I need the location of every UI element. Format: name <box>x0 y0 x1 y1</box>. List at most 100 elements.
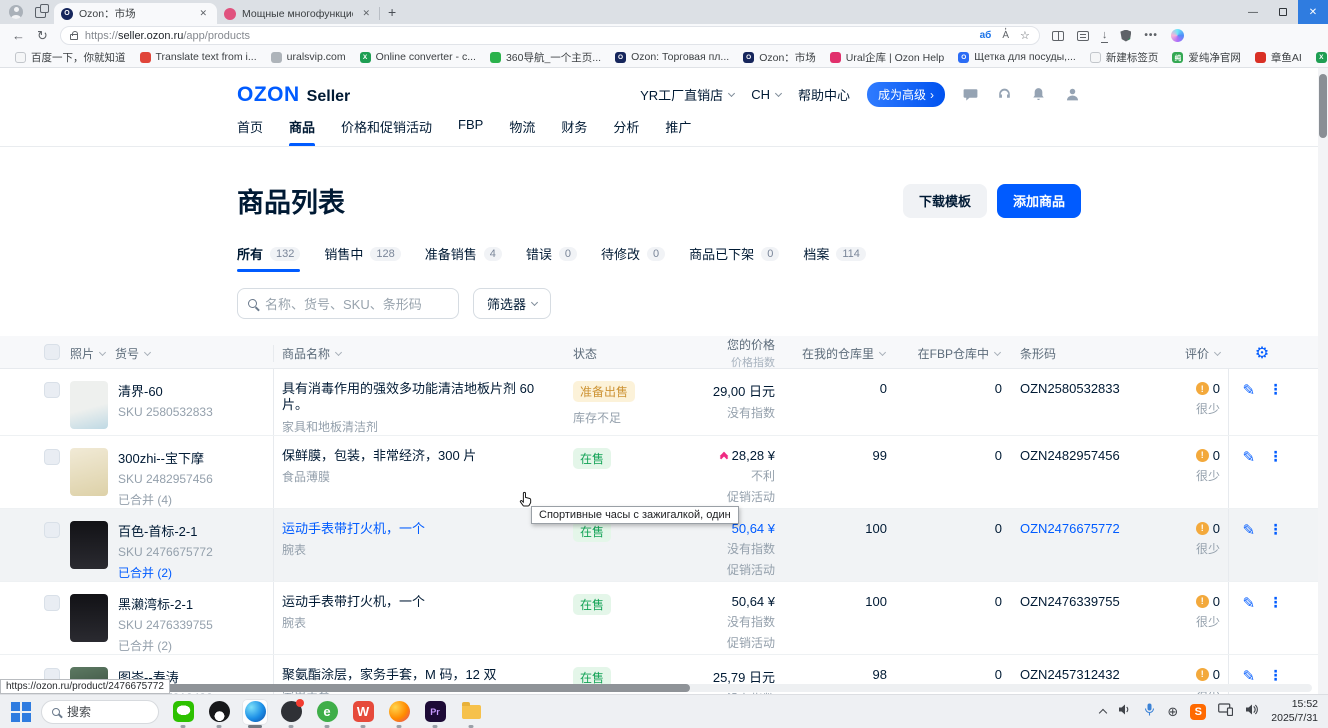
product-name[interactable]: 运动手表带打火机，一个 <box>282 594 554 610</box>
edit-icon[interactable]: ✎ <box>1242 521 1255 539</box>
edit-icon[interactable]: ✎ <box>1242 381 1255 399</box>
filter-tab-档案[interactable]: 档案114 <box>803 244 866 272</box>
bookmark-item[interactable]: 章鱼AI <box>1248 48 1309 67</box>
bookmark-item[interactable]: 360导航_一个主页... <box>483 48 608 67</box>
bookmark-item[interactable]: OOzon: Торговая пл... <box>608 49 736 65</box>
filter-tab-所有[interactable]: 所有132 <box>237 244 300 272</box>
volume-icon[interactable] <box>1118 703 1132 721</box>
row-menu-icon[interactable]: ⋮ <box>1269 667 1283 684</box>
nav-item-FBP[interactable]: FBP <box>458 117 483 146</box>
clock[interactable]: 15:52 2025/7/31 <box>1271 698 1318 725</box>
product-image[interactable] <box>70 521 108 569</box>
row-checkbox[interactable] <box>44 522 60 538</box>
product-image[interactable] <box>70 448 108 496</box>
help-center-link[interactable]: 帮助中心 <box>798 85 850 104</box>
store-selector[interactable]: YR工厂直销店 <box>640 85 734 104</box>
nav-item-财务[interactable]: 财务 <box>561 117 587 146</box>
edit-icon[interactable]: ✎ <box>1242 667 1255 685</box>
col-fbp[interactable]: 在FBP仓库中 <box>893 345 1000 362</box>
merged-count[interactable]: 已合并 (4) <box>118 491 213 508</box>
edit-icon[interactable]: ✎ <box>1242 448 1255 466</box>
col-stock[interactable]: 在我的仓库里 <box>783 345 885 362</box>
filter-tab-待修改[interactable]: 待修改0 <box>601 244 665 272</box>
account-icon[interactable] <box>1064 86 1081 103</box>
product-image[interactable] <box>70 381 108 429</box>
refresh-icon[interactable]: ↻ <box>37 28 48 44</box>
row-menu-icon[interactable]: ⋮ <box>1269 448 1283 465</box>
tab-close-icon[interactable]: ✕ <box>196 7 210 20</box>
download-template-button[interactable]: 下载模板 <box>903 184 987 218</box>
row-menu-icon[interactable]: ⋮ <box>1269 381 1283 398</box>
ime-tool-icon[interactable]: ⊕ <box>1167 704 1178 720</box>
row-menu-icon[interactable]: ⋮ <box>1269 594 1283 611</box>
col-name[interactable]: 商品名称 <box>282 345 573 362</box>
speaker-icon[interactable] <box>1245 703 1259 721</box>
tray-overflow-icon[interactable] <box>1099 709 1107 717</box>
col-rating[interactable]: 评价 <box>1138 345 1220 362</box>
taskbar-app-music-app-icon[interactable] <box>278 699 304 725</box>
split-screen-icon[interactable] <box>1052 31 1064 41</box>
lock-icon[interactable] <box>70 34 78 40</box>
taskbar-app-wechat-icon[interactable] <box>170 699 196 725</box>
browser-tab[interactable]: Мощные многофункциональнь✕ <box>217 3 380 24</box>
vertical-scrollbar[interactable] <box>1318 68 1328 694</box>
nav-item-首页[interactable]: 首页 <box>237 117 263 146</box>
browser-essentials-icon[interactable] <box>1120 30 1131 42</box>
nav-item-物流[interactable]: 物流 <box>509 117 535 146</box>
bookmark-item[interactable]: uralsvip.com <box>264 49 353 65</box>
bookmark-item[interactable]: 纯爱纯净官网 <box>1165 48 1248 67</box>
filter-tab-准备销售[interactable]: 准备销售4 <box>425 244 502 272</box>
read-aloud-icon[interactable]: A̓ <box>1002 30 1009 41</box>
collections-icon[interactable] <box>1077 31 1089 41</box>
product-name[interactable]: 聚氨酯涂层，家务手套，M 码，12 双 <box>282 667 554 683</box>
edit-icon[interactable]: ✎ <box>1242 594 1255 612</box>
microphone-icon[interactable] <box>1144 703 1155 721</box>
back-icon[interactable]: ← <box>12 28 25 43</box>
horizontal-scrollbar[interactable] <box>0 684 1312 692</box>
taskbar-app-ie-browser-icon[interactable]: e <box>314 699 340 725</box>
settings-menu-icon[interactable]: ••• <box>1144 30 1158 41</box>
search-input[interactable]: 名称、货号、SKU、条形码 <box>237 288 459 319</box>
filters-button[interactable]: 筛选器 <box>473 288 551 319</box>
restore-button[interactable] <box>1268 0 1298 24</box>
nav-item-分析[interactable]: 分析 <box>613 117 639 146</box>
nav-item-推广[interactable]: 推广 <box>665 117 691 146</box>
bookmark-item[interactable]: OЩетка для посуды,... <box>951 49 1083 65</box>
taskbar-search[interactable]: 搜索 <box>41 700 159 724</box>
product-name[interactable]: 运动手表带打火机，一个 <box>282 521 554 537</box>
row-checkbox[interactable] <box>44 382 60 398</box>
taskbar-app-qq-icon[interactable] <box>206 699 232 725</box>
filter-tab-销售中[interactable]: 销售中128 <box>324 244 400 272</box>
barcode[interactable]: OZN2476675772 <box>1008 509 1138 581</box>
select-all-checkbox[interactable] <box>44 344 60 360</box>
close-button[interactable]: ✕ <box>1298 0 1328 24</box>
bookmark-item[interactable]: Translate text from i... <box>133 49 264 65</box>
support-headset-icon[interactable] <box>996 86 1013 103</box>
start-button[interactable] <box>10 701 32 723</box>
taskbar-app-premiere-icon[interactable]: Pr <box>422 699 448 725</box>
browser-profile-icon[interactable] <box>6 3 26 21</box>
bookmark-item[interactable]: OOzon：市场 <box>736 48 823 67</box>
notifications-bell-icon[interactable] <box>1030 86 1047 103</box>
taskbar-app-edge-icon[interactable] <box>242 699 268 725</box>
table-settings-gear-icon[interactable]: ⚙ <box>1255 343 1269 363</box>
bookmark-item[interactable]: 新建标签页 <box>1083 48 1166 67</box>
new-tab-button[interactable]: + <box>388 4 396 20</box>
product-name[interactable]: 具有消毒作用的强效多功能清洁地板片剂 60 片。 <box>282 381 554 414</box>
tab-close-icon[interactable]: ✕ <box>359 7 373 20</box>
add-product-button[interactable]: 添加商品 <box>997 184 1081 218</box>
taskbar-app-folder-icon[interactable] <box>458 699 484 725</box>
browser-tab[interactable]: OOzon：市场✕ <box>54 3 217 24</box>
taskbar-app-wps-icon[interactable]: W <box>350 699 376 725</box>
row-checkbox[interactable] <box>44 595 60 611</box>
bookmark-item[interactable]: X在线转换器 - 免费... <box>1309 48 1328 67</box>
bookmark-item[interactable]: Ural企库 | Ozon Help <box>823 48 951 67</box>
merged-count[interactable]: 已合并 (2) <box>118 637 213 654</box>
language-selector[interactable]: CH <box>751 87 781 102</box>
filter-tab-商品已下架[interactable]: 商品已下架0 <box>689 244 779 272</box>
minimize-button[interactable]: — <box>1238 0 1268 24</box>
taskbar-app-firefox-icon[interactable] <box>386 699 412 725</box>
translate-icon[interactable]: аб <box>980 30 992 41</box>
filter-tab-错误[interactable]: 错误0 <box>526 244 577 272</box>
premium-button[interactable]: 成为高级› <box>867 82 945 107</box>
